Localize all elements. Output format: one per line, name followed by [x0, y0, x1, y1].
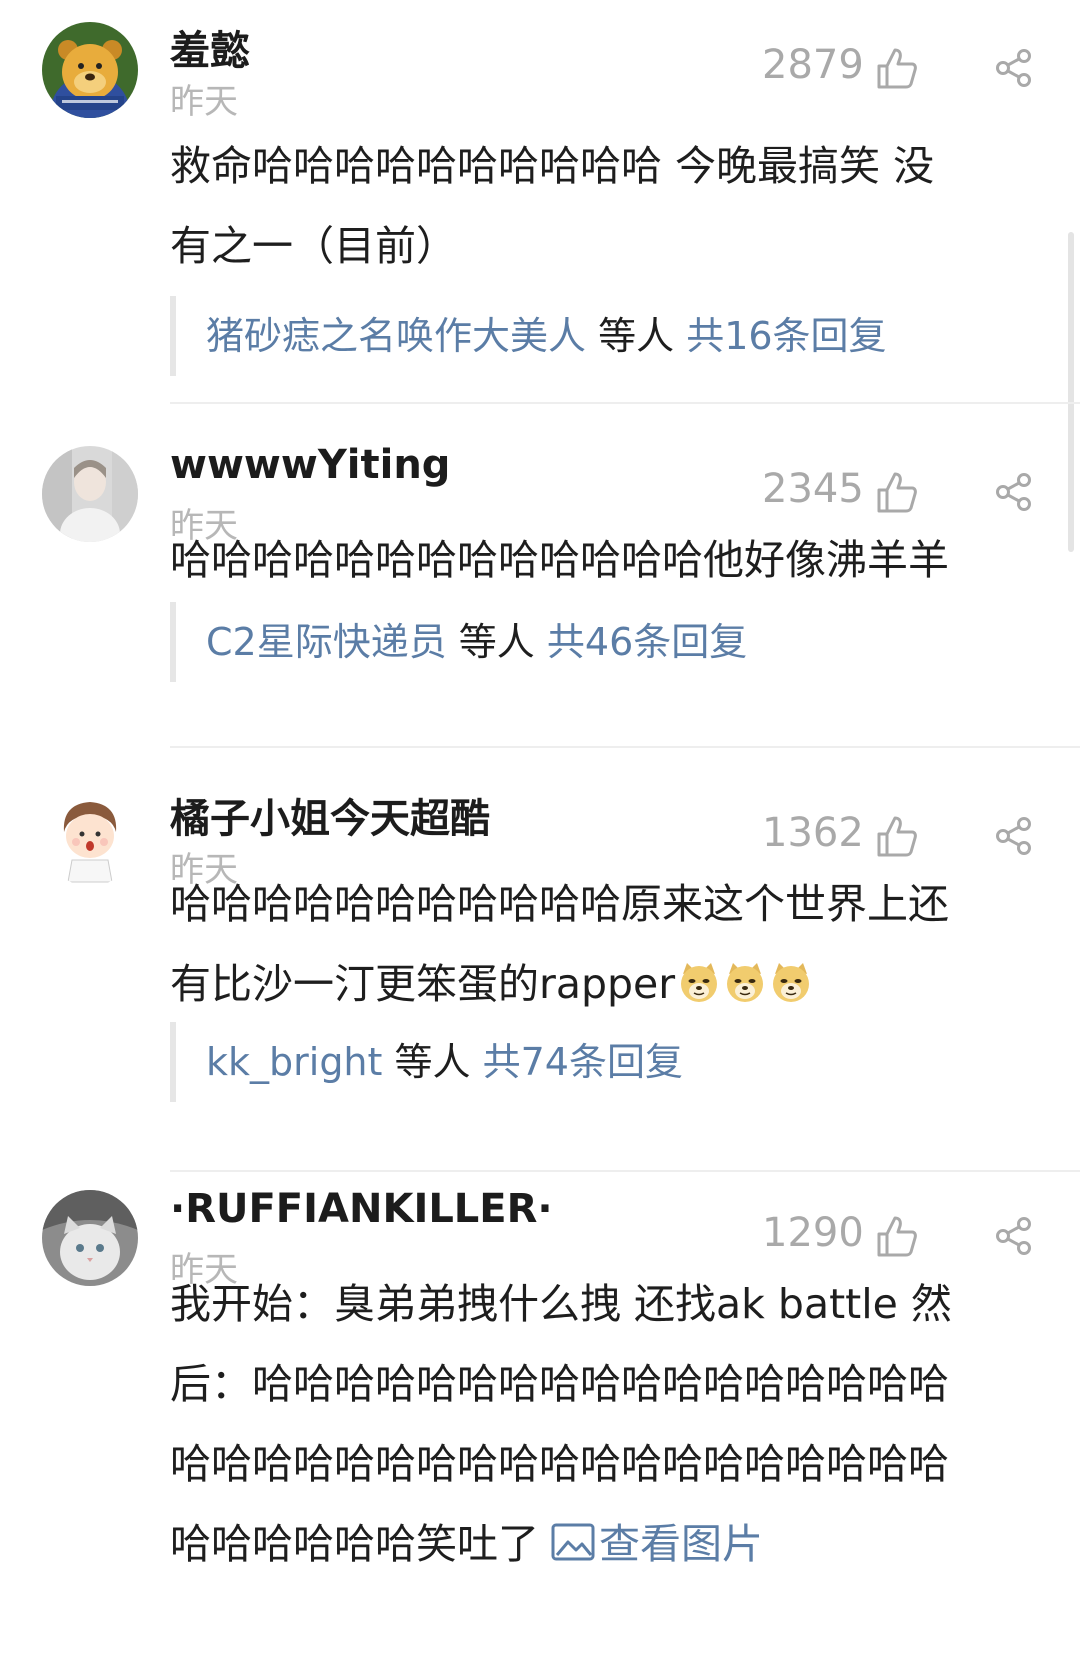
- view-image-label[interactable]: 查看图片: [599, 1520, 763, 1568]
- doge-emoji: [723, 960, 767, 1004]
- comment-line-text: 有比沙一汀更笨蛋的rapper: [170, 960, 676, 1008]
- comment-line: 后：哈哈哈哈哈哈哈哈哈哈哈哈哈哈哈哈哈: [170, 1360, 949, 1408]
- avatar[interactable]: [42, 1190, 138, 1286]
- comment-text: 我开始：臭弟弟拽什么拽 还找ak battle 然 后：哈哈哈哈哈哈哈哈哈哈哈哈…: [170, 1264, 1050, 1584]
- username[interactable]: 羞懿: [170, 18, 250, 76]
- reply-names[interactable]: kk_bright: [206, 1040, 382, 1084]
- like-count[interactable]: 1362: [762, 810, 864, 856]
- divider: [170, 402, 1080, 404]
- username[interactable]: wwwwYiting: [170, 442, 450, 488]
- like-count[interactable]: 2345: [762, 466, 864, 512]
- thumbs-up-icon[interactable]: [876, 814, 918, 858]
- comment-line: 哈哈哈哈哈哈哈哈哈哈哈原来这个世界上还: [170, 880, 949, 928]
- doge-emoji: [677, 960, 721, 1004]
- view-image-link[interactable]: 查看图片: [539, 1520, 763, 1568]
- thumbs-up-icon[interactable]: [876, 46, 918, 90]
- cartoon-boy-avatar: [42, 790, 138, 886]
- comment-text: 哈哈哈哈哈哈哈哈哈哈哈原来这个世界上还 有比沙一汀更笨蛋的rapper: [170, 864, 1050, 1024]
- comment-line: 我开始：臭弟弟拽什么拽 还找ak battle 然: [170, 1280, 952, 1328]
- avatar[interactable]: [42, 446, 138, 542]
- reply-names[interactable]: C2星际快递员: [206, 620, 447, 664]
- reply-preview[interactable]: 猪砂痣之名唤作大美人 等人 共16条回复: [170, 296, 887, 376]
- reply-preview[interactable]: C2星际快递员 等人 共46条回复: [170, 602, 747, 682]
- reply-etc: 等人: [382, 1040, 483, 1084]
- share-icon[interactable]: [994, 816, 1034, 856]
- comment-line: 救命哈哈哈哈哈哈哈哈哈哈 今晚最搞笑 没: [170, 142, 935, 190]
- like-count[interactable]: 2879: [762, 42, 864, 88]
- reply-preview[interactable]: kk_bright 等人 共74条回复: [170, 1022, 683, 1102]
- cat-photo-avatar: [42, 1190, 138, 1286]
- comment-line-text: 哈哈哈哈哈哈笑吐了: [170, 1520, 539, 1568]
- comment-text: 救命哈哈哈哈哈哈哈哈哈哈 今晚最搞笑 没 有之一（目前）: [170, 126, 1050, 286]
- reply-names[interactable]: 猪砂痣之名唤作大美人: [206, 314, 586, 358]
- comment-item: ·RUFFIANKILLER· 昨天 1290 我开始：臭弟弟拽什么拽 还找ak…: [0, 1168, 1080, 1660]
- like-count[interactable]: 1290: [762, 1210, 864, 1256]
- comment-line: 哈哈哈哈哈哈哈哈哈哈哈哈哈他好像沸羊羊: [170, 536, 949, 584]
- comment-text: 哈哈哈哈哈哈哈哈哈哈哈哈哈他好像沸羊羊: [170, 520, 1050, 600]
- avatar[interactable]: [42, 22, 138, 118]
- comment-line: 哈哈哈哈哈哈哈哈哈哈哈哈哈哈哈哈哈哈哈: [170, 1440, 949, 1488]
- avatar[interactable]: [42, 790, 138, 886]
- reply-count[interactable]: 共16条回复: [686, 314, 886, 358]
- thumbs-up-icon[interactable]: [876, 470, 918, 514]
- username[interactable]: ·RUFFIANKILLER·: [170, 1186, 553, 1232]
- doge-emoji: [769, 960, 813, 1004]
- comment-item: wwwwYiting 昨天 2345 哈哈哈哈哈哈哈哈哈哈哈哈哈他好像沸羊羊 C…: [0, 424, 1080, 748]
- timestamp: 昨天: [170, 82, 238, 122]
- portrait-photo-avatar: [42, 446, 138, 542]
- share-icon[interactable]: [994, 472, 1034, 512]
- comment-line: 哈哈哈哈哈哈笑吐了 查看图片: [170, 1504, 1050, 1584]
- winnie-the-pooh-avatar: [42, 22, 138, 118]
- username[interactable]: 橘子小姐今天超酷: [170, 786, 490, 844]
- reply-count[interactable]: 共46条回复: [547, 620, 747, 664]
- comment-item: 羞懿 昨天 2879 救命哈哈哈哈哈哈哈哈哈哈 今晚最搞笑 没 有之一（目前） …: [0, 0, 1080, 404]
- share-icon[interactable]: [994, 48, 1034, 88]
- reply-etc: 等人: [446, 620, 547, 664]
- share-icon[interactable]: [994, 1216, 1034, 1256]
- reply-etc: 等人: [586, 314, 687, 358]
- reply-count[interactable]: 共74条回复: [483, 1040, 683, 1084]
- image-icon: [551, 1523, 595, 1561]
- comment-line: 有比沙一汀更笨蛋的rapper: [170, 944, 1050, 1024]
- divider: [170, 746, 1080, 748]
- thumbs-up-icon[interactable]: [876, 1214, 918, 1258]
- comment-item: 橘子小姐今天超酷 昨天 1362 哈哈哈哈哈哈哈哈哈哈哈原来这个世界上还 有比沙…: [0, 768, 1080, 1172]
- comment-line: 有之一（目前）: [170, 222, 457, 270]
